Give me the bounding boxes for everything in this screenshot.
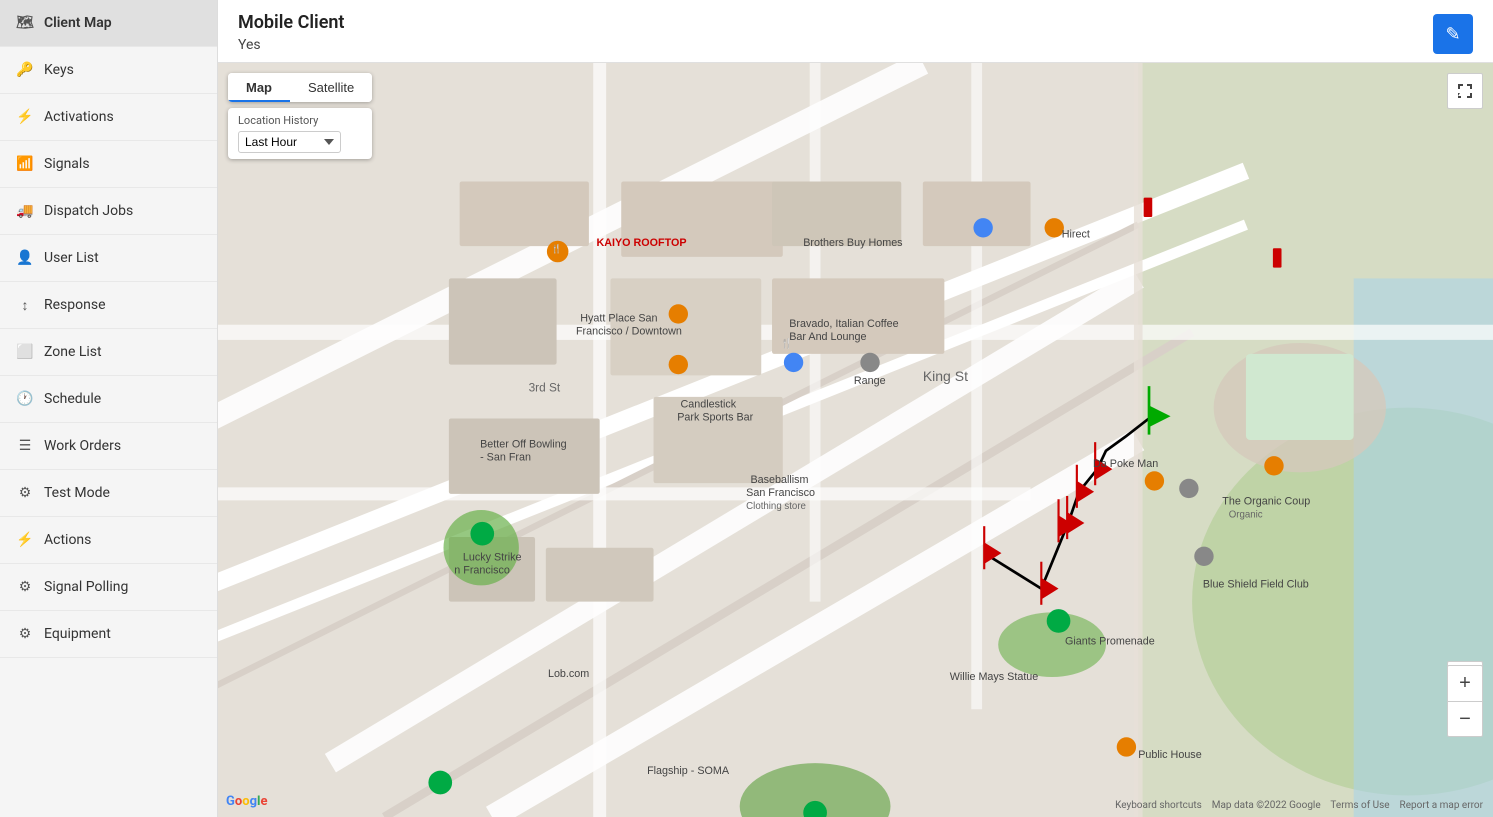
- svg-text:Blue Shield Field Club: Blue Shield Field Club: [1203, 579, 1309, 591]
- sidebar-item-equipment[interactable]: ⚙ Equipment: [0, 611, 217, 658]
- svg-text:Flagship - SOMA: Flagship - SOMA: [647, 765, 730, 777]
- main-content: Mobile Client Yes ✎: [218, 0, 1493, 817]
- map-attribution: Keyboard shortcuts Map data ©2022 Google…: [1115, 800, 1483, 811]
- svg-text:Hyatt Place San: Hyatt Place San: [580, 313, 657, 325]
- svg-text:Organic: Organic: [1229, 510, 1263, 521]
- sidebar-item-label: Work Orders: [44, 438, 121, 454]
- signals-icon: 📶: [16, 155, 34, 173]
- keyboard-shortcuts-link[interactable]: Keyboard shortcuts: [1115, 800, 1202, 811]
- map-data-text: Map data ©2022 Google: [1212, 800, 1321, 811]
- svg-text:🍴: 🍴: [781, 337, 793, 349]
- sidebar-item-label: Dispatch Jobs: [44, 203, 133, 219]
- fullscreen-button[interactable]: [1447, 73, 1483, 109]
- svg-text:San Francisco: San Francisco: [746, 487, 815, 499]
- signal-polling-icon: ⚙: [16, 578, 34, 596]
- zoom-controls: + −: [1447, 665, 1483, 737]
- map-container: 3rd St King St 3rd St King St 🍴 KAIYO RO…: [218, 63, 1493, 817]
- sidebar-item-activations[interactable]: ⚡ Activations: [0, 94, 217, 141]
- svg-text:Lucky Strike: Lucky Strike: [463, 552, 522, 564]
- sidebar-item-label: Client Map: [44, 15, 112, 31]
- tab-satellite[interactable]: Satellite: [290, 73, 372, 102]
- svg-text:- San Fran: - San Fran: [480, 451, 531, 463]
- dispatch-jobs-icon: 🚚: [16, 202, 34, 220]
- sidebar-item-label: Schedule: [44, 391, 101, 407]
- schedule-icon: 🕐: [16, 390, 34, 408]
- location-history-label: Location History: [238, 114, 362, 127]
- svg-text:Public House: Public House: [1138, 749, 1201, 761]
- sidebar-item-response[interactable]: ↕ Response: [0, 282, 217, 329]
- svg-text:Bravado, Italian Coffee: Bravado, Italian Coffee: [789, 318, 898, 330]
- map-visual: 3rd St King St 3rd St King St 🍴 KAIYO RO…: [218, 63, 1493, 817]
- map-controls-top: Map Satellite Location History Last Hour…: [228, 73, 372, 159]
- sidebar-item-label: User List: [44, 250, 99, 266]
- client-map-icon: 🗺: [16, 14, 34, 32]
- user-list-icon: 👤: [16, 249, 34, 267]
- tab-map[interactable]: Map: [228, 73, 290, 102]
- sidebar-item-signals[interactable]: 📶 Signals: [0, 141, 217, 188]
- sidebar-item-label: Keys: [44, 62, 74, 78]
- actions-icon: ⚡: [16, 531, 34, 549]
- sidebar-item-label: Activations: [44, 109, 114, 125]
- equipment-icon: ⚙: [16, 625, 34, 643]
- svg-text:Range: Range: [854, 375, 886, 387]
- sidebar-item-dispatch-jobs[interactable]: 🚚 Dispatch Jobs: [0, 188, 217, 235]
- svg-text:Giants Promenade: Giants Promenade: [1065, 636, 1155, 648]
- svg-text:Francisco / Downtown: Francisco / Downtown: [576, 325, 682, 337]
- svg-text:🍴: 🍴: [551, 244, 562, 255]
- activations-icon: ⚡: [16, 108, 34, 126]
- edit-button[interactable]: ✎: [1433, 14, 1473, 54]
- sidebar-item-label: Response: [44, 297, 106, 313]
- svg-text:Baseballism: Baseballism: [750, 474, 808, 486]
- sidebar-item-label: Actions: [44, 532, 91, 548]
- sidebar-item-keys[interactable]: 🔑 Keys: [0, 47, 217, 94]
- zoom-in-button[interactable]: +: [1447, 665, 1483, 701]
- report-map-error-link[interactable]: Report a map error: [1400, 800, 1483, 811]
- sidebar-item-label: Test Mode: [44, 485, 110, 501]
- header-left: Mobile Client Yes: [238, 12, 344, 53]
- zoom-out-button[interactable]: −: [1447, 701, 1483, 737]
- location-history-panel: Location History Last HourLast 6 HoursLa…: [228, 108, 372, 159]
- svg-text:Lob.com: Lob.com: [548, 668, 589, 680]
- keys-icon: 🔑: [16, 61, 34, 79]
- sidebar-item-client-map[interactable]: 🗺 Client Map: [0, 0, 217, 47]
- sidebar-item-zone-list[interactable]: ⬜ Zone List: [0, 329, 217, 376]
- sidebar-item-label: Zone List: [44, 344, 102, 360]
- zone-list-icon: ⬜: [16, 343, 34, 361]
- sidebar-item-user-list[interactable]: 👤 User List: [0, 235, 217, 282]
- page-title: Mobile Client: [238, 12, 344, 33]
- svg-text:Better Off Bowling: Better Off Bowling: [480, 439, 567, 451]
- sidebar-item-work-orders[interactable]: ☰ Work Orders: [0, 423, 217, 470]
- sidebar-item-actions[interactable]: ⚡ Actions: [0, 517, 217, 564]
- terms-of-use-link[interactable]: Terms of Use: [1330, 800, 1389, 811]
- svg-text:KAIYO ROOFTOP: KAIYO ROOFTOP: [596, 237, 686, 249]
- sidebar-item-label: Signal Polling: [44, 579, 128, 595]
- svg-text:3rd St: 3rd St: [529, 381, 561, 395]
- work-orders-icon: ☰: [16, 437, 34, 455]
- map-type-tabs: Map Satellite: [228, 73, 372, 102]
- svg-text:Brothers Buy Homes: Brothers Buy Homes: [803, 237, 902, 249]
- svg-text:Da Poke Man: Da Poke Man: [1093, 458, 1158, 470]
- page-header: Mobile Client Yes ✎: [218, 0, 1493, 63]
- response-icon: ↕: [16, 296, 34, 314]
- sidebar-item-test-mode[interactable]: ⚙ Test Mode: [0, 470, 217, 517]
- map-background[interactable]: 3rd St King St 3rd St King St 🍴 KAIYO RO…: [218, 63, 1493, 817]
- svg-text:n Francisco: n Francisco: [454, 565, 510, 577]
- sidebar-item-label: Signals: [44, 156, 90, 172]
- svg-text:The Organic Coup: The Organic Coup: [1222, 496, 1310, 508]
- sidebar-item-schedule[interactable]: 🕐 Schedule: [0, 376, 217, 423]
- test-mode-icon: ⚙: [16, 484, 34, 502]
- sidebar-item-signal-polling[interactable]: ⚙ Signal Polling: [0, 564, 217, 611]
- sidebar: 🗺 Client Map 🔑 Keys ⚡ Activations 📶 Sign…: [0, 0, 218, 817]
- svg-text:Bar And Lounge: Bar And Lounge: [789, 331, 866, 343]
- google-logo: Google: [226, 794, 267, 809]
- svg-text:Hirect: Hirect: [1062, 228, 1090, 240]
- svg-text:Park Sports Bar: Park Sports Bar: [677, 412, 753, 424]
- svg-text:Candlestick: Candlestick: [680, 399, 736, 411]
- sidebar-item-label: Equipment: [44, 626, 111, 642]
- location-history-select[interactable]: Last HourLast 6 HoursLast 24 HoursLast W…: [238, 131, 341, 153]
- svg-text:King St: King St: [923, 368, 968, 384]
- svg-text:Willie Mays Statue: Willie Mays Statue: [950, 671, 1039, 683]
- svg-text:Clothing store: Clothing store: [746, 501, 806, 512]
- mobile-client-value: Yes: [238, 37, 344, 53]
